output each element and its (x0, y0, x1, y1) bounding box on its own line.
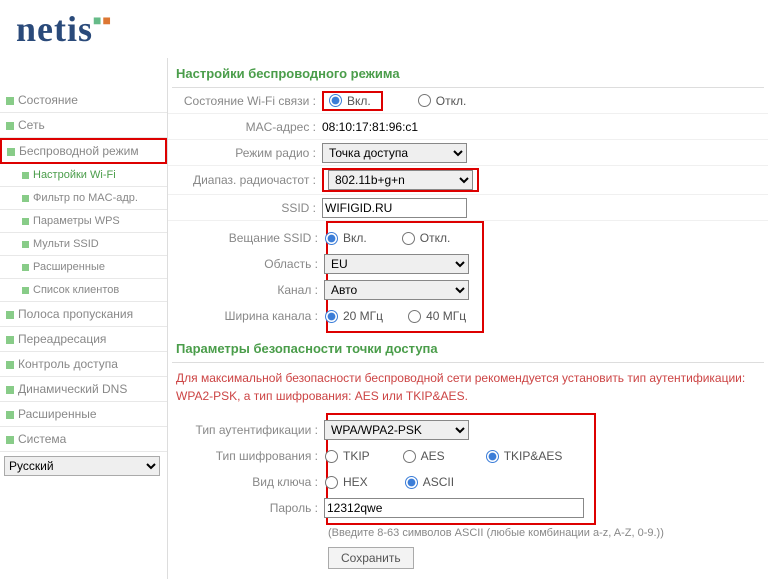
wifi-state-label: Состояние Wi-Fi связи : (172, 94, 322, 108)
sidebar-item-7[interactable]: Расширенные (0, 256, 167, 279)
key-hex-radio[interactable] (325, 476, 338, 489)
enc-aes-label: AES (421, 449, 445, 463)
sidebar-item-6[interactable]: Мульти SSID (0, 233, 167, 256)
width-40-label: 40 МГц (426, 309, 466, 323)
wifi-off-radio[interactable] (418, 94, 431, 107)
enc-tkipaes-label: TKIP&AES (504, 449, 563, 463)
sidebar-item-0[interactable]: Состояние (0, 88, 167, 113)
sidebar-item-12[interactable]: Динамический DNS (0, 377, 167, 402)
sidebar-item-1[interactable]: Сеть (0, 113, 167, 138)
brand-logo: netis■■ (16, 9, 112, 49)
sidebar-item-13[interactable]: Расширенные (0, 402, 167, 427)
width-20-radio[interactable] (325, 310, 338, 323)
main-panel: Настройки беспроводного режима Состояние… (168, 58, 768, 579)
broadcast-on-label: Вкл. (343, 231, 367, 245)
ssid-label: SSID : (172, 201, 322, 215)
sidebar-item-8[interactable]: Список клиентов (0, 279, 167, 302)
region-label: Область : (174, 257, 324, 271)
key-ascii-radio[interactable] (405, 476, 418, 489)
mode-label: Режим радио : (172, 146, 322, 160)
wifi-off-label: Откл. (436, 94, 467, 108)
key-hex-label: HEX (343, 475, 368, 489)
sidebar: СостояниеСетьБеспроводной режимНастройки… (0, 58, 168, 579)
sidebar-item-11[interactable]: Контроль доступа (0, 352, 167, 377)
security-note: Для максимальной безопасности беспроводн… (168, 363, 768, 411)
sidebar-item-9[interactable]: Полоса пропускания (0, 302, 167, 327)
broadcast-off-label: Откл. (420, 231, 451, 245)
ssid-input[interactable] (322, 198, 467, 218)
broadcast-off-radio[interactable] (402, 232, 415, 245)
broadcast-label: Вещание SSID : (174, 231, 324, 245)
band-label: Диапаз. радиочастот : (172, 173, 322, 187)
enc-tkip-radio[interactable] (325, 450, 338, 463)
sidebar-item-10[interactable]: Переадресация (0, 327, 167, 352)
width-label: Ширина канала : (174, 309, 324, 323)
sidebar-item-14[interactable]: Система (0, 427, 167, 452)
enc-label: Тип шифрования : (174, 449, 324, 463)
auth-select[interactable]: WPA/WPA2-PSK (324, 420, 469, 440)
width-20-label: 20 МГц (343, 309, 383, 323)
wifi-on-radio[interactable] (329, 94, 342, 107)
wifi-on-label: Вкл. (347, 94, 371, 108)
sidebar-item-3[interactable]: Настройки Wi-Fi (0, 164, 167, 187)
mac-value: 08:10:17:81:96:c1 (322, 120, 418, 134)
enc-tkipaes-radio[interactable] (486, 450, 499, 463)
sidebar-item-4[interactable]: Фильтр по MAC-адр. (0, 187, 167, 210)
sidebar-item-5[interactable]: Параметры WPS (0, 210, 167, 233)
wireless-section-title: Настройки беспроводного режима (172, 58, 764, 88)
password-hint: (Введите 8-63 символов ASCII (любые комб… (168, 527, 768, 539)
region-select[interactable]: EU (324, 254, 469, 274)
key-ascii-label: ASCII (423, 475, 454, 489)
channel-label: Канал : (174, 283, 324, 297)
enc-tkip-label: TKIP (343, 449, 370, 463)
channel-select[interactable]: Авто (324, 280, 469, 300)
auth-label: Тип аутентификации : (174, 423, 324, 437)
enc-aes-radio[interactable] (403, 450, 416, 463)
security-section-title: Параметры безопасности точки доступа (172, 333, 764, 363)
save-button[interactable]: Сохранить (328, 547, 414, 569)
mac-label: MAC-адрес : (172, 120, 322, 134)
mode-select[interactable]: Точка доступа (322, 143, 467, 163)
sidebar-item-2[interactable]: Беспроводной режим (0, 138, 167, 164)
pass-label: Пароль : (174, 501, 324, 515)
password-input[interactable] (324, 498, 584, 518)
keytype-label: Вид ключа : (174, 475, 324, 489)
width-40-radio[interactable] (408, 310, 421, 323)
language-select[interactable]: Русский (4, 456, 160, 476)
highlight-wifi-on: Вкл. (322, 91, 383, 111)
header: netis■■ (0, 0, 768, 58)
band-select[interactable]: 802.11b+g+n (328, 170, 473, 190)
broadcast-on-radio[interactable] (325, 232, 338, 245)
